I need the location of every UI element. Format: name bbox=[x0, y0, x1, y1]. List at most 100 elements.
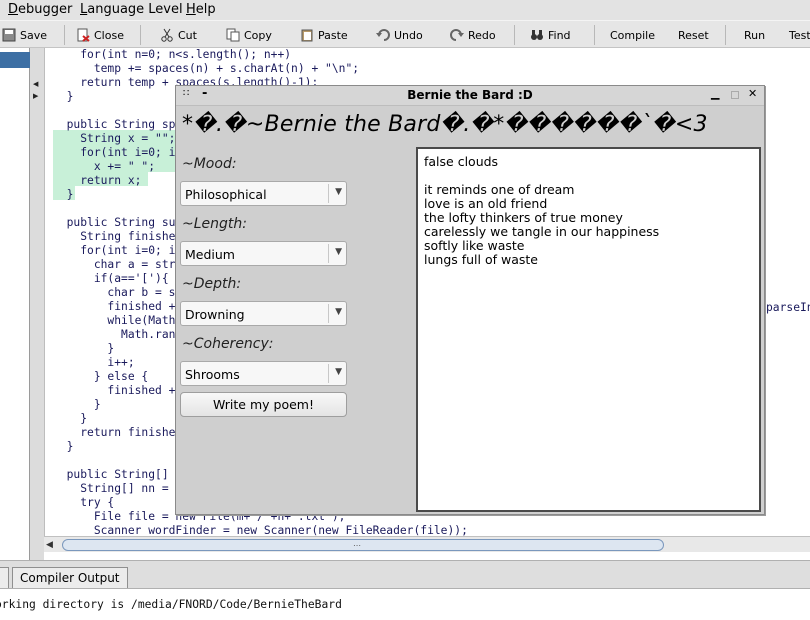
code-line: for(int n=0; n<s.length(); n++) bbox=[53, 48, 291, 62]
scrollbar-thumb[interactable]: ⋯ bbox=[62, 539, 664, 551]
close-button[interactable]: Close bbox=[76, 25, 124, 45]
code-line: public String[] bbox=[53, 468, 169, 482]
depth-select[interactable]: Drowning ▼ bbox=[180, 301, 347, 326]
code-text: for(int i=0; i bbox=[80, 244, 176, 257]
poem-line: carelessly we tangle in our happiness bbox=[424, 224, 660, 239]
split-pane-divider[interactable]: ◀ ▶ bbox=[30, 48, 44, 560]
code-text: public String[] bbox=[66, 468, 169, 481]
poem-line: the lofty thinkers of true money bbox=[424, 210, 623, 225]
paste-button[interactable]: Paste bbox=[300, 25, 348, 45]
close-label: Close bbox=[94, 28, 124, 42]
menu-debugger[interactable]: Debugger bbox=[8, 1, 72, 19]
menubar: Debugger Language Level Help bbox=[0, 0, 810, 20]
code-text: } bbox=[66, 188, 74, 201]
reset-button[interactable]: Reset bbox=[678, 25, 709, 45]
code-text: for(int i=0; i bbox=[80, 146, 176, 159]
poem-line: it reminds one of dream bbox=[424, 182, 575, 197]
find-button[interactable]: Find bbox=[530, 25, 571, 45]
code-line: char b = s bbox=[53, 286, 175, 300]
menu-language-level[interactable]: Language Level bbox=[80, 1, 183, 19]
toolbar-separator bbox=[140, 25, 141, 45]
code-text: Math.ran bbox=[121, 328, 176, 341]
file-list-panel[interactable] bbox=[0, 48, 30, 560]
cut-button[interactable]: Cut bbox=[160, 25, 197, 45]
coherency-select[interactable]: Shrooms ▼ bbox=[180, 361, 347, 386]
test-button[interactable]: Test bbox=[789, 25, 810, 45]
dialog-titlebar[interactable]: ∷ - Bernie the Bard :D ▁ ✕ bbox=[176, 86, 764, 106]
undo-button[interactable]: Undo bbox=[376, 25, 423, 45]
copy-button[interactable]: Copy bbox=[226, 25, 272, 45]
code-text: return finishe bbox=[80, 426, 176, 439]
minimize-icon[interactable]: ▁ bbox=[711, 87, 719, 100]
redo-button[interactable]: Redo bbox=[450, 25, 496, 45]
undo-icon bbox=[376, 28, 390, 42]
close-icon[interactable]: ✕ bbox=[748, 87, 757, 100]
code-line: } else { bbox=[53, 370, 148, 384]
code-line: i++; bbox=[53, 356, 134, 370]
toolbar: Save Close Cut Copy Paste Undo Redo Find… bbox=[0, 20, 810, 48]
toolbar-separator bbox=[594, 25, 595, 45]
code-text: temp += spaces(n) + s.charAt(n) + "\n"; bbox=[93, 62, 360, 75]
save-button[interactable]: Save bbox=[2, 25, 47, 45]
dialog-header-title: *�.�~Bernie the Bard�.�*������`�<3 bbox=[182, 112, 708, 137]
code-text: } bbox=[66, 90, 74, 103]
binoculars-icon bbox=[530, 28, 544, 42]
redo-label: Redo bbox=[468, 28, 496, 42]
write-poem-button[interactable]: Write my poem! bbox=[180, 392, 347, 417]
output-pane[interactable]: orking directory is /media/FNORD/Code/Be… bbox=[0, 588, 810, 620]
horizontal-scrollbar[interactable]: ◀ ⋯ bbox=[44, 536, 810, 552]
code-line: if(a=='['){ bbox=[53, 272, 169, 286]
code-text: public String sp bbox=[66, 118, 176, 131]
run-button[interactable]: Run bbox=[744, 25, 765, 45]
collapse-left-icon[interactable]: ◀ bbox=[33, 80, 38, 88]
compile-button[interactable]: Compile bbox=[610, 25, 655, 45]
undo-label: Undo bbox=[394, 28, 423, 42]
scissors-icon bbox=[160, 28, 174, 42]
code-text: try { bbox=[80, 496, 115, 509]
poem-line: lungs full of waste bbox=[424, 252, 538, 267]
code-text: public String su bbox=[66, 216, 176, 229]
code-text: while(Math bbox=[107, 314, 176, 327]
menu-help[interactable]: Help bbox=[186, 1, 216, 19]
close-file-icon bbox=[76, 28, 90, 42]
test-label: Test bbox=[789, 28, 810, 42]
poem-textarea[interactable]: false clouds it reminds one of dream love … bbox=[416, 147, 761, 512]
code-line: x += " "; bbox=[53, 160, 155, 174]
paste-icon bbox=[300, 28, 314, 42]
code-text: String[] nn = bbox=[80, 482, 169, 495]
code-text: char a = str bbox=[93, 258, 176, 271]
code-text: return x; bbox=[80, 174, 142, 187]
mood-select[interactable]: Philosophical ▼ bbox=[180, 181, 347, 206]
poem-line: false clouds bbox=[424, 154, 499, 169]
maximize-icon[interactable] bbox=[731, 91, 739, 99]
tab-compiler-output[interactable]: Compiler Output bbox=[12, 567, 128, 589]
scroll-left-icon[interactable]: ◀ bbox=[46, 540, 53, 550]
run-label: Run bbox=[744, 28, 766, 42]
code-line: for(int i=0; i bbox=[53, 244, 175, 258]
tab-interactions[interactable] bbox=[0, 567, 9, 589]
redo-icon bbox=[450, 28, 464, 42]
length-select[interactable]: Medium ▼ bbox=[180, 241, 347, 266]
code-line: Math.ran bbox=[53, 328, 175, 342]
code-line: } bbox=[53, 342, 114, 356]
poem-line: softly like waste bbox=[424, 238, 525, 253]
selected-file-item[interactable] bbox=[0, 52, 30, 68]
collapse-right-icon[interactable]: ▶ bbox=[33, 92, 38, 100]
code-text: x += " "; bbox=[93, 160, 156, 173]
code-line: } bbox=[53, 440, 74, 454]
